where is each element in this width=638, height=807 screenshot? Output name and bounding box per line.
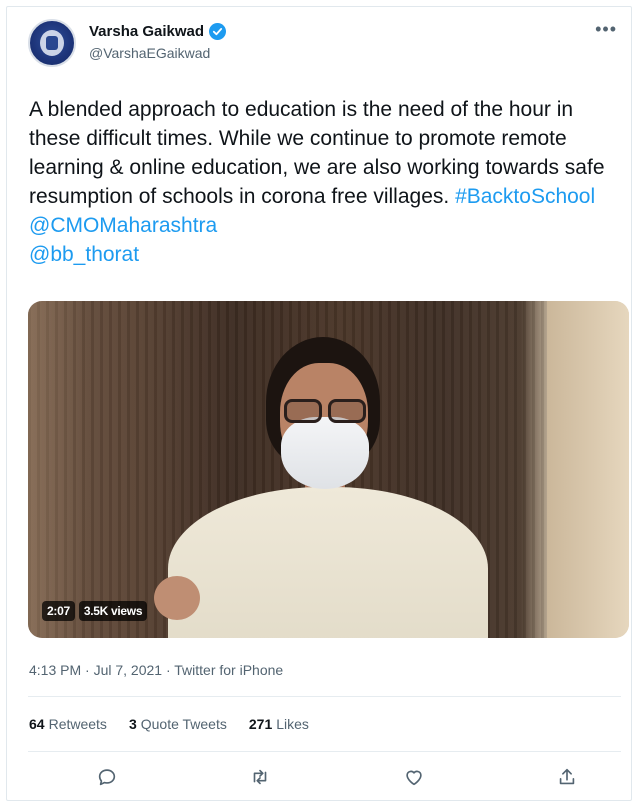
like-icon[interactable]: [394, 764, 434, 790]
tweet-text: A blended approach to education is the n…: [29, 95, 619, 269]
likes-stat[interactable]: 271 Likes: [249, 716, 309, 732]
retweets-stat[interactable]: 64 Retweets: [29, 716, 107, 732]
author-name-row[interactable]: Varsha Gaikwad: [89, 23, 227, 40]
video-duration: 2:07: [42, 601, 75, 621]
video-views: 3.5K views: [78, 601, 148, 621]
video-info-badge: 2:07 3.5K views: [42, 601, 148, 621]
tweet-card: Varsha Gaikwad @VarshaEGaikwad ••• A ble…: [6, 6, 632, 801]
tweet-timestamp[interactable]: 4:13 PM · Jul 7, 2021 · Twitter for iPho…: [29, 662, 283, 678]
hashtag-link[interactable]: #BacktoSchool: [455, 185, 595, 208]
verified-badge-icon: [209, 23, 227, 40]
share-icon[interactable]: [547, 764, 587, 790]
mention-link[interactable]: @CMOMaharashtra: [29, 214, 217, 237]
author-handle[interactable]: @VarshaEGaikwad: [89, 45, 210, 61]
mention-link[interactable]: @bb_thorat: [29, 243, 139, 266]
video-player[interactable]: 2:07 3.5K views: [28, 301, 629, 638]
tweet-stats: 64 Retweets 3 Quote Tweets 271 Likes: [29, 716, 309, 732]
quote-tweets-stat[interactable]: 3 Quote Tweets: [129, 716, 227, 732]
action-bar: [87, 764, 587, 790]
divider: [28, 696, 621, 697]
author-display-name[interactable]: Varsha Gaikwad: [89, 23, 204, 40]
divider: [28, 751, 621, 752]
more-options-icon[interactable]: •••: [595, 19, 617, 40]
reply-icon[interactable]: [87, 764, 127, 790]
avatar[interactable]: [28, 19, 76, 67]
retweet-icon[interactable]: [240, 764, 280, 790]
